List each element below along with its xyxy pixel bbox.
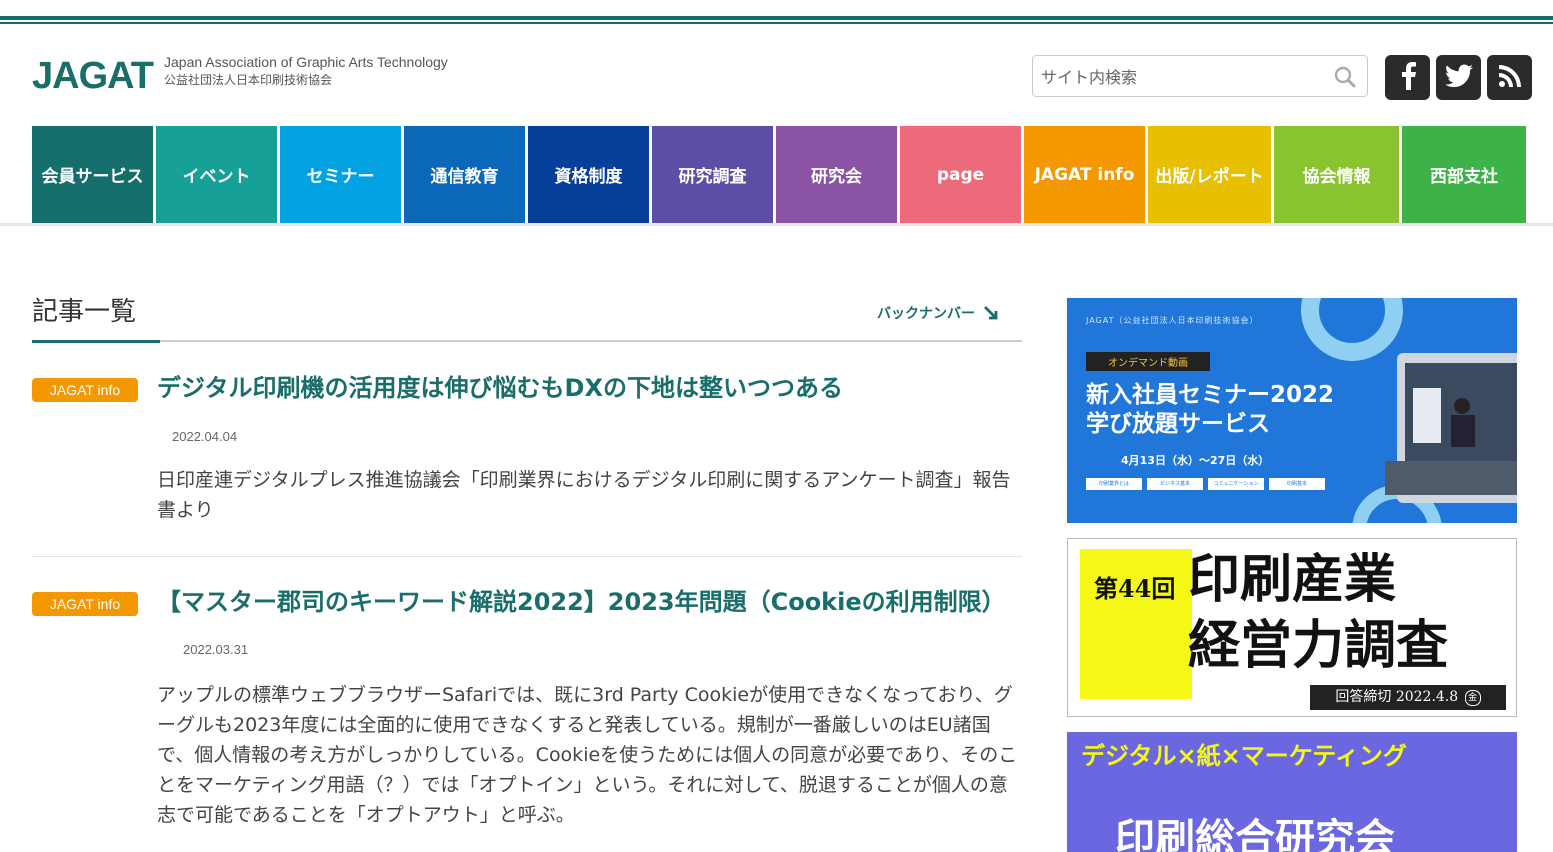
nav-study-groups[interactable]: 研究会 xyxy=(776,126,897,223)
rss-icon xyxy=(1498,64,1522,92)
banner-new-employee-seminar[interactable]: JAGAT（公益社団法人日本印刷技術協会） オンデマンド動画 新入社員セミナー2… xyxy=(1067,298,1517,523)
banner-weekday: 金 xyxy=(1464,690,1481,706)
article-summary: アップルの標準ウェブブラウザーSafariでは、既に3rd Party Cook… xyxy=(157,684,1018,826)
banner-pill: 印刷業界とは xyxy=(1086,478,1142,490)
banner-pill: 印刷基本 xyxy=(1269,478,1325,490)
article-summary: 日印産連デジタルプレス推進協議会「印刷業界におけるデジタル印刷に関するアンケート… xyxy=(157,469,1011,521)
article-title[interactable]: 【マスター郡司のキーワード解説2022】2023年問題（Cookieの利用制限） xyxy=(157,588,1006,616)
section-rule-accent xyxy=(32,340,160,343)
search-input[interactable] xyxy=(1039,64,1323,90)
banner-tag: オンデマンド動画 xyxy=(1086,352,1210,371)
nav-research[interactable]: 研究調査 xyxy=(652,126,773,223)
nav-about[interactable]: 協会情報 xyxy=(1274,126,1399,223)
banner-management-survey[interactable]: 第44回 印刷産業 経営力調査 回答締切 2022.4.8 金 xyxy=(1067,538,1517,717)
nav-member-services[interactable]: 会員サービス xyxy=(32,126,153,223)
banner-title-line2: 学び放題サービス xyxy=(1086,411,1270,437)
logo-subtitle: Japan Association of Graphic Arts Techno… xyxy=(164,53,448,89)
banner-pill: ビジネス基本 xyxy=(1147,478,1203,490)
site-search xyxy=(1032,55,1368,97)
nav-jagat-info[interactable]: JAGAT info xyxy=(1024,126,1145,223)
section-rule xyxy=(32,340,1022,342)
jagat-logo[interactable]: JAGAT xyxy=(32,56,154,96)
nav-divider xyxy=(0,223,1553,226)
banner-title-line1: 新入社員セミナー2022 xyxy=(1086,382,1335,408)
banner-pills: 印刷業界とは ビジネス基本 コミュニケーション 印刷基本 xyxy=(1086,478,1325,490)
banner-line1: デジタル×紙×マーケティング xyxy=(1081,742,1407,770)
twitter-button[interactable] xyxy=(1436,55,1481,100)
banner-line2: 印刷総合研究会 xyxy=(1115,816,1395,852)
banner-deadline-text: 回答締切 2022.4.8 xyxy=(1335,689,1459,705)
nav-certification[interactable]: 資格制度 xyxy=(528,126,649,223)
banner-edition: 第44回 xyxy=(1094,574,1176,603)
back-number-label: バックナンバー xyxy=(877,306,975,322)
category-badge[interactable]: JAGAT info xyxy=(32,592,138,616)
global-nav: 会員サービス イベント セミナー 通信教育 資格制度 研究調査 研究会 page… xyxy=(32,126,1526,223)
facebook-icon xyxy=(1398,61,1418,94)
facebook-button[interactable] xyxy=(1385,55,1430,100)
banner-org: JAGAT（公益社団法人日本印刷技術協会） xyxy=(1086,316,1259,325)
nav-page[interactable]: page xyxy=(900,126,1021,223)
nav-seminars[interactable]: セミナー xyxy=(280,126,401,223)
back-number-link[interactable]: バックナンバー xyxy=(877,303,999,323)
banner-dates: 4月13日（水）～27日（水） xyxy=(1121,454,1270,467)
article-date: 2022.04.04 xyxy=(172,429,238,444)
nav-west-branch[interactable]: 西部支社 xyxy=(1402,126,1526,223)
logo-subtitle-ja: 公益社団法人日本印刷技術協会 xyxy=(164,73,333,87)
nav-correspondence-education[interactable]: 通信教育 xyxy=(404,126,525,223)
header-top-stripe-thin xyxy=(0,22,1553,24)
twitter-icon xyxy=(1444,63,1473,92)
banner-pill: コミュニケーション xyxy=(1208,478,1264,490)
article-title[interactable]: デジタル印刷機の活用度は伸び悩むもDXの下地は整いつつある xyxy=(157,366,1027,410)
category-badge[interactable]: JAGAT info xyxy=(32,378,138,402)
logo-subtitle-en: Japan Association of Graphic Arts Techno… xyxy=(164,54,448,70)
section-title: 記事一覧 xyxy=(32,297,137,327)
banner-printing-research-group[interactable]: デジタル×紙×マーケティング 印刷総合研究会 xyxy=(1067,732,1517,852)
banner-line1: 印刷産業 xyxy=(1188,549,1397,610)
arrow-down-right-icon xyxy=(984,306,998,320)
search-icon[interactable] xyxy=(1333,65,1357,89)
banner-line2: 経営力調査 xyxy=(1188,615,1449,676)
nav-events[interactable]: イベント xyxy=(156,126,277,223)
header-top-stripe xyxy=(0,16,1553,20)
article-title-block: 【マスター郡司のキーワード解説2022】2023年問題（Cookieの利用制限）… xyxy=(157,580,1027,672)
rss-button[interactable] xyxy=(1487,55,1532,100)
article-separator xyxy=(32,556,1022,557)
article-date: 2022.03.31 xyxy=(183,642,249,657)
banner-deadline: 回答締切 2022.4.8 金 xyxy=(1310,685,1506,710)
nav-publications[interactable]: 出版/レポート xyxy=(1148,126,1271,223)
